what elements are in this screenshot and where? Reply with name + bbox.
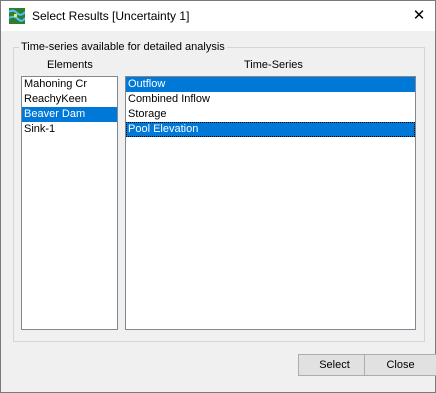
list-item-beaver-dam[interactable]: Beaver Dam (22, 107, 117, 122)
select-button[interactable]: Select (298, 354, 371, 376)
elements-list[interactable]: Mahoning Cr ReachyKeen Beaver Dam Sink-1 (21, 76, 118, 330)
close-icon: ✕ (412, 7, 426, 24)
group-legend: Time-series available for detailed analy… (19, 41, 227, 53)
window-title: Select Results [Uncertainty 1] (32, 9, 190, 23)
title-bar[interactable]: Select Results [Uncertainty 1] ✕ (1, 1, 435, 31)
close-window-button[interactable]: ✕ (405, 5, 433, 27)
list-item-outflow[interactable]: Outflow (126, 77, 415, 92)
list-item-mahoning-cr[interactable]: Mahoning Cr (22, 77, 117, 92)
list-item-combined-inflow[interactable]: Combined Inflow (126, 92, 415, 107)
close-button[interactable]: Close (364, 354, 436, 376)
list-item-storage[interactable]: Storage (126, 107, 415, 122)
list-item-pool-elevation[interactable]: Pool Elevation (126, 122, 415, 137)
elements-header: Elements (47, 59, 93, 71)
list-item-sink-1[interactable]: Sink-1 (22, 122, 117, 137)
timeseries-list[interactable]: Outflow Combined Inflow Storage Pool Ele… (125, 76, 416, 330)
dialog-window: Select Results [Uncertainty 1] ✕ Time-se… (0, 0, 436, 393)
timeseries-header: Time-Series (244, 59, 303, 71)
app-icon (9, 8, 25, 24)
list-item-reachykeen[interactable]: ReachyKeen (22, 92, 117, 107)
